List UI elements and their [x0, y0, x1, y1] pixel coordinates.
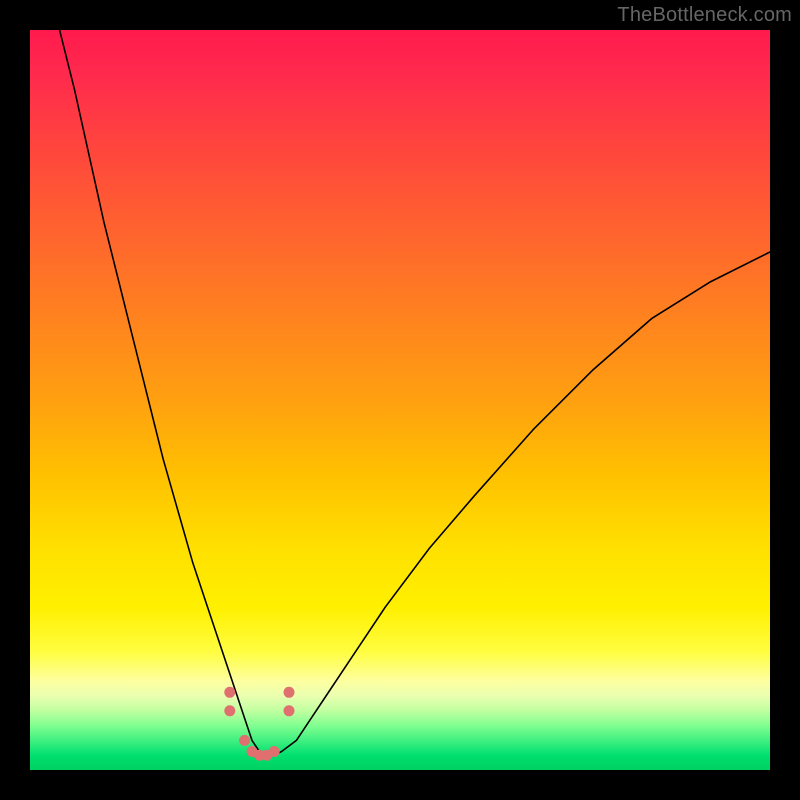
curve-marker [284, 687, 295, 698]
curve-marker [224, 687, 235, 698]
curve-marker [224, 705, 235, 716]
curve-marker [269, 746, 280, 757]
curve-marker [239, 735, 250, 746]
v-curve-path [60, 30, 770, 755]
plot-area [30, 30, 770, 770]
chart-svg [30, 30, 770, 770]
chart-frame: TheBottleneck.com [0, 0, 800, 800]
curve-marker [284, 705, 295, 716]
watermark-text: TheBottleneck.com [617, 4, 792, 27]
